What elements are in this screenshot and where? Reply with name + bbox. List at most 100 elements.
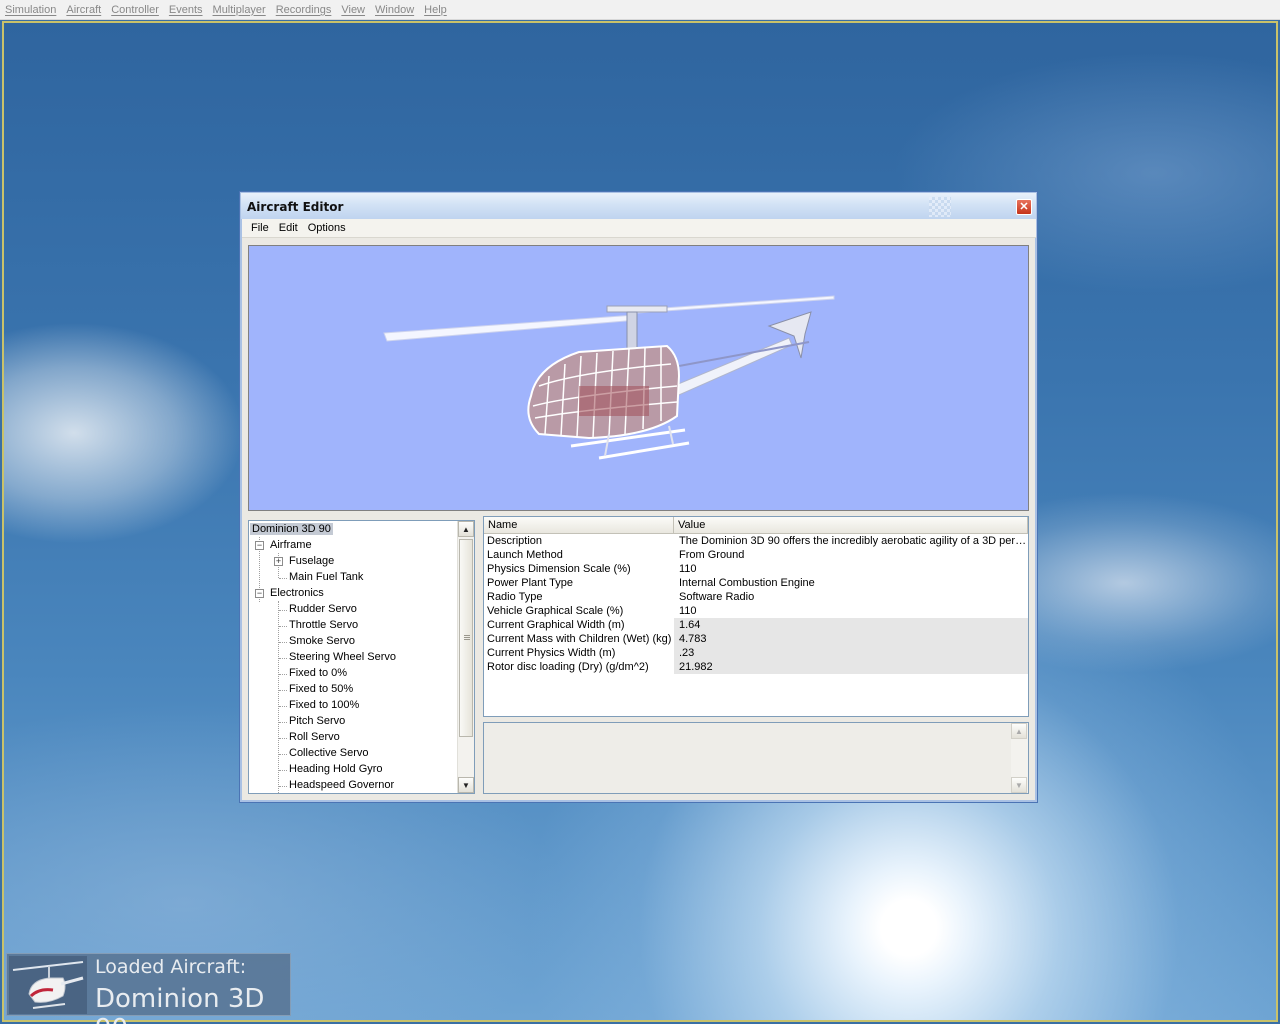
property-value: 1.64 <box>674 618 1028 632</box>
dialog-menu-options[interactable]: Options <box>303 222 351 234</box>
tree-item-label: Main Fuel Tank <box>289 571 364 583</box>
menu-recordings[interactable]: Recordings <box>273 4 335 16</box>
expand-icon[interactable]: + <box>274 557 283 566</box>
property-value[interactable]: From Ground <box>674 548 1028 562</box>
tree-item-main-fuel-tank[interactable]: Main Fuel Tank <box>289 570 363 585</box>
collapse-icon[interactable]: − <box>255 541 264 550</box>
property-name: Current Graphical Width (m) <box>487 619 625 631</box>
tree-connector <box>279 738 287 739</box>
tree-item-fixed-50[interactable]: Fixed to 50% <box>289 682 353 697</box>
tree-item-label: Fixed to 100% <box>289 699 360 711</box>
property-row[interactable]: Current Physics Width (m) .23 <box>484 646 1028 660</box>
tree-connector <box>279 786 287 787</box>
tree-item-electronics[interactable]: Electronics <box>270 586 324 601</box>
aircraft-editor-dialog: Aircraft Editor ✕ File Edit Options Domi… <box>239 191 1038 803</box>
tree-item-label: Headspeed Governor <box>289 779 395 791</box>
tree-item-fuselage[interactable]: Fuselage <box>289 554 334 569</box>
tree-scroll-thumb[interactable] <box>459 539 473 737</box>
scroll-up-icon[interactable]: ▲ <box>1011 723 1027 739</box>
tree-item-airframe[interactable]: Airframe <box>270 538 312 553</box>
tree-item-throttle-servo[interactable]: Throttle Servo <box>289 618 358 633</box>
tree-item-fixed-100[interactable]: Fixed to 100% <box>289 698 359 713</box>
tree-item-label: Throttle Servo <box>289 619 359 631</box>
close-button-label: ✕ <box>1019 200 1029 213</box>
menu-help[interactable]: Help <box>421 4 450 16</box>
tree-item-label: Fixed to 0% <box>289 667 348 679</box>
property-value[interactable]: 110 <box>674 562 1028 576</box>
collapse-icon[interactable]: − <box>255 589 264 598</box>
property-value[interactable]: The Dominion 3D 90 offers the incredibly… <box>674 534 1028 548</box>
property-row[interactable]: Vehicle Graphical Scale (%) 110 <box>484 604 1028 618</box>
menu-aircraft[interactable]: Aircraft <box>63 4 104 16</box>
property-row[interactable]: Current Graphical Width (m) 1.64 <box>484 618 1028 632</box>
aircraft-3d-preview[interactable] <box>248 245 1029 511</box>
dialog-titlebar[interactable]: Aircraft Editor ✕ <box>241 193 1036 219</box>
tree-item-smoke-servo[interactable]: Smoke Servo <box>289 634 355 649</box>
scroll-up-icon[interactable]: ▲ <box>458 521 474 537</box>
menu-events[interactable]: Events <box>166 4 206 16</box>
menu-multiplayer[interactable]: Multiplayer <box>210 4 269 16</box>
column-header-name[interactable]: Name <box>484 517 674 533</box>
property-value: 4.783 <box>674 632 1028 646</box>
tree-connector <box>278 601 279 793</box>
loaded-aircraft-name: Dominion 3D 90 <box>95 984 265 1024</box>
column-header-value[interactable]: Value <box>674 517 1028 533</box>
tree-item-label: Roll Servo <box>289 731 340 743</box>
dialog-menu-file[interactable]: File <box>246 222 274 234</box>
tree-connector <box>279 770 287 771</box>
property-value[interactable]: 110 <box>674 604 1028 618</box>
tree-item-label: Steering Wheel Servo <box>289 651 396 663</box>
tree-item-headspeed-governor[interactable]: Headspeed Governor <box>289 778 394 793</box>
tree-item-label: Electronics <box>270 587 324 599</box>
scroll-down-icon[interactable]: ▼ <box>1011 777 1027 793</box>
scroll-grip <box>464 639 470 640</box>
tree-item-roll-servo[interactable]: Roll Servo <box>289 730 340 745</box>
tree-item-pitch-servo[interactable]: Pitch Servo <box>289 714 345 729</box>
scroll-down-icon[interactable]: ▼ <box>458 777 474 793</box>
tree-item-steering-wheel-servo[interactable]: Steering Wheel Servo <box>289 650 396 665</box>
menu-window[interactable]: Window <box>372 4 417 16</box>
property-row[interactable]: Radio Type Software Radio <box>484 590 1028 604</box>
properties-grid[interactable]: Name Value Description The Dominion 3D 90… <box>483 516 1029 717</box>
menu-view[interactable]: View <box>338 4 368 16</box>
loaded-aircraft-banner: Loaded Aircraft: Dominion 3D 90 <box>6 953 291 1024</box>
tree-connector <box>279 722 287 723</box>
property-row[interactable]: Physics Dimension Scale (%) 110 <box>484 562 1028 576</box>
loaded-aircraft-label: Loaded Aircraft: <box>95 956 247 978</box>
property-name: Vehicle Graphical Scale (%) <box>487 605 624 617</box>
tree-item-label: Rudder Servo <box>289 603 357 615</box>
dialog-menu-bar: File Edit Options <box>242 219 1036 238</box>
property-row[interactable]: Current Mass with Children (Wet) (kg) 4.7… <box>484 632 1028 646</box>
property-name: Current Mass with Children (Wet) (kg) <box>487 633 672 645</box>
description-scrollbar[interactable]: ▲ ▼ <box>1011 723 1028 793</box>
tree-item-label: Pitch Servo <box>289 715 346 727</box>
tree-item-heading-hold-gyro[interactable]: Heading Hold Gyro <box>289 762 383 777</box>
tree-connector <box>279 626 287 627</box>
property-row[interactable]: Description The Dominion 3D 90 offers the… <box>484 534 1028 548</box>
tree-connector <box>279 578 287 579</box>
property-value[interactable]: Internal Combustion Engine <box>674 576 1028 590</box>
property-name: Launch Method <box>487 549 563 561</box>
property-description-box[interactable]: ▲ ▼ <box>483 722 1029 794</box>
tree-item-label: Airframe <box>270 539 312 551</box>
tree-item-root[interactable]: Dominion 3D 90 <box>250 522 333 537</box>
menu-simulation[interactable]: Simulation <box>2 4 59 16</box>
property-value[interactable]: Software Radio <box>674 590 1028 604</box>
dialog-menu-edit[interactable]: Edit <box>274 222 303 234</box>
tree-item-rudder-servo[interactable]: Rudder Servo <box>289 602 357 617</box>
properties-header: Name Value <box>484 517 1028 534</box>
tree-item-collective-servo[interactable]: Collective Servo <box>289 746 368 761</box>
tree-scrollbar[interactable]: ▲ ▼ <box>457 521 474 793</box>
menu-controller[interactable]: Controller <box>108 4 162 16</box>
tree-item-fixed-0[interactable]: Fixed to 0% <box>289 666 347 681</box>
tree-item-label: Smoke Servo <box>289 635 356 647</box>
property-name: Physics Dimension Scale (%) <box>487 563 631 575</box>
component-tree[interactable]: Dominion 3D 90 − Airframe + Fuselage Mai… <box>248 520 475 794</box>
property-row[interactable]: Launch Method From Ground <box>484 548 1028 562</box>
property-row[interactable]: Power Plant Type Internal Combustion Engi… <box>484 576 1028 590</box>
property-value: .23 <box>674 646 1028 660</box>
property-name: Current Physics Width (m) <box>487 647 616 659</box>
tree-item-label: Fixed to 50% <box>289 683 354 695</box>
property-row[interactable]: Rotor disc loading (Dry) (g/dm^2) 21.982 <box>484 660 1028 674</box>
close-icon[interactable]: ✕ <box>1016 199 1032 215</box>
